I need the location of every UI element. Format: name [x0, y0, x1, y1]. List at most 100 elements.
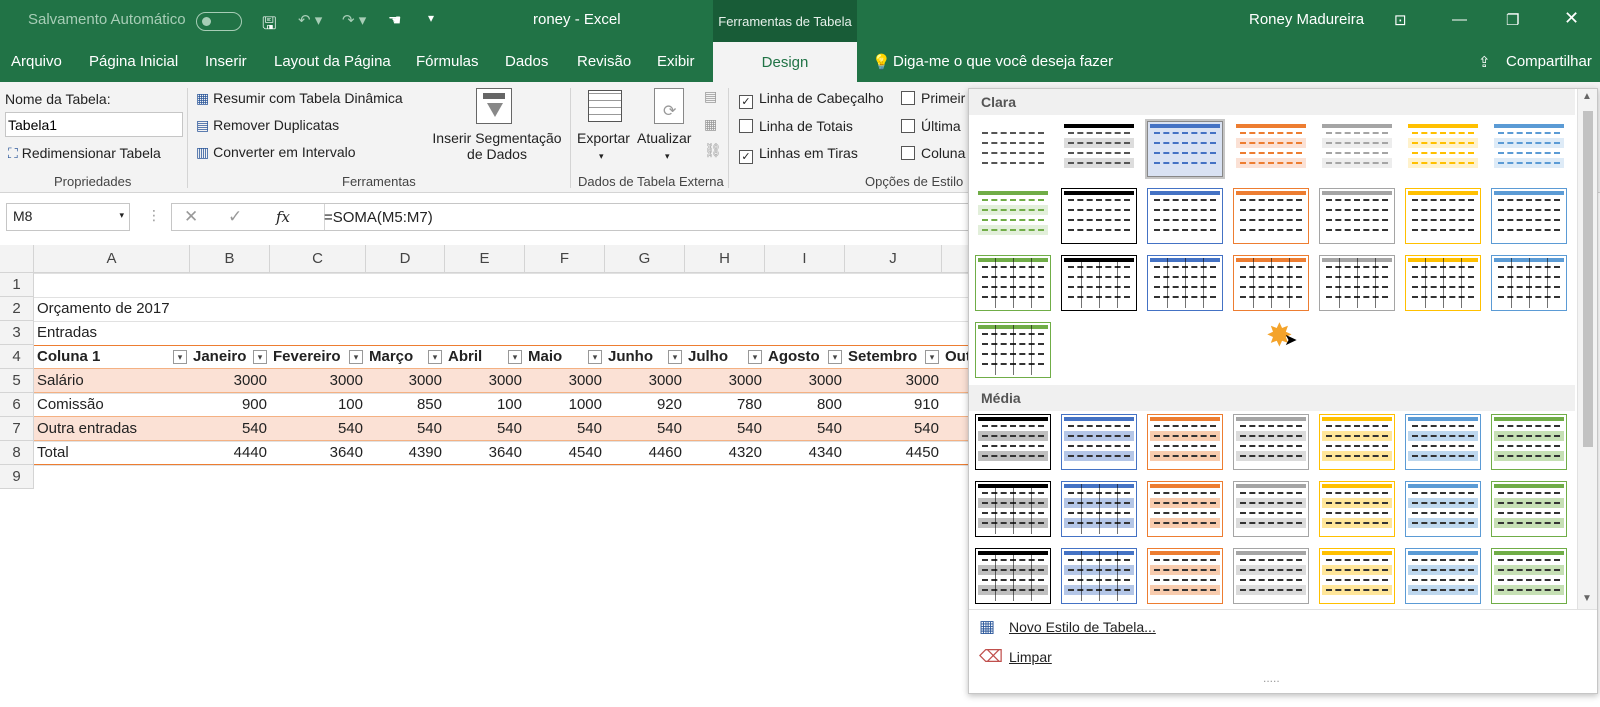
value-cell[interactable]: 3640: [445, 441, 525, 465]
first-column-option[interactable]: Primeir: [901, 90, 965, 106]
cell-a3[interactable]: Entradas: [34, 321, 190, 345]
table-header-cell[interactable]: Fevereiro ▾: [270, 345, 366, 369]
value-cell[interactable]: 1000: [525, 393, 605, 417]
remove-duplicates-button[interactable]: ▤ Remover Duplicatas: [196, 117, 339, 134]
value-cell[interactable]: 3000: [685, 369, 765, 393]
first-column-checkbox[interactable]: [901, 91, 915, 105]
table-style-swatch[interactable]: [1147, 414, 1223, 470]
tab-arquivo[interactable]: Arquivo: [11, 53, 62, 70]
summarize-pivot-button[interactable]: ▦ Resumir com Tabela Dinâmica: [196, 90, 403, 107]
row-header[interactable]: 1: [0, 273, 34, 297]
value-cell[interactable]: 3000: [525, 369, 605, 393]
column-header[interactable]: J: [845, 245, 942, 273]
table-style-swatch[interactable]: [1233, 255, 1309, 311]
table-style-swatch[interactable]: [1405, 548, 1481, 604]
column-header[interactable]: C: [270, 245, 366, 273]
tab-formulas[interactable]: Fórmulas: [416, 53, 479, 70]
row-header[interactable]: 5: [0, 369, 34, 393]
table-style-swatch[interactable]: [1491, 481, 1567, 537]
table-style-swatch[interactable]: [1319, 481, 1395, 537]
table-style-swatch[interactable]: [1319, 188, 1395, 244]
ribbon-display-icon[interactable]: ⊡: [1394, 11, 1407, 29]
value-cell[interactable]: 100: [445, 393, 525, 417]
header-row-checkbox[interactable]: ✓: [739, 95, 753, 109]
filter-dropdown-icon[interactable]: ▾: [173, 350, 187, 364]
cell-a2[interactable]: Orçamento de 2017: [34, 297, 234, 321]
table-header-cell[interactable]: Coluna 1 ▾: [34, 345, 190, 369]
save-icon[interactable]: 🖫: [262, 11, 276, 40]
clear-style-item[interactable]: Limpar: [1009, 649, 1052, 665]
table-header-cell[interactable]: Junho ▾: [605, 345, 685, 369]
enter-icon[interactable]: ✓: [228, 207, 242, 227]
table-style-swatch[interactable]: [1405, 255, 1481, 311]
tab-exibir[interactable]: Exibir: [657, 53, 695, 70]
table-style-swatch[interactable]: [1061, 121, 1137, 177]
table-style-swatch[interactable]: [1319, 121, 1395, 177]
chevron-down-icon[interactable]: ▾: [119, 210, 124, 221]
table-style-swatch[interactable]: [975, 481, 1051, 537]
table-style-swatch[interactable]: [1061, 548, 1137, 604]
value-cell[interactable]: 3640: [270, 441, 366, 465]
table-style-swatch[interactable]: [1147, 548, 1223, 604]
table-style-swatch[interactable]: [1491, 121, 1567, 177]
banded-columns-checkbox[interactable]: [901, 146, 915, 160]
table-style-swatch[interactable]: [1233, 188, 1309, 244]
value-cell[interactable]: 4340: [765, 441, 845, 465]
column-header[interactable]: H: [685, 245, 765, 273]
touch-mode-icon[interactable]: ☚: [388, 11, 401, 29]
row-label-cell[interactable]: Total: [34, 441, 190, 465]
tell-me-box[interactable]: Diga-me o que você deseja fazer: [893, 53, 1113, 70]
value-cell[interactable]: 3000: [605, 369, 685, 393]
value-cell[interactable]: 3000: [845, 369, 942, 393]
filter-dropdown-icon[interactable]: ▾: [748, 350, 762, 364]
table-style-swatch[interactable]: [1061, 188, 1137, 244]
value-cell[interactable]: 910: [845, 393, 942, 417]
table-style-swatch[interactable]: [1491, 414, 1567, 470]
scroll-thumb[interactable]: [1583, 111, 1593, 447]
tab-inserir[interactable]: Inserir: [205, 53, 247, 70]
banded-rows-option[interactable]: ✓ Linhas em Tiras: [739, 145, 858, 164]
formula-input[interactable]: =SOMA(M5:M7): [324, 209, 433, 226]
table-style-swatch[interactable]: [1233, 481, 1309, 537]
filter-dropdown-icon[interactable]: ▾: [428, 350, 442, 364]
value-cell[interactable]: 850: [366, 393, 445, 417]
table-style-swatch[interactable]: [1061, 255, 1137, 311]
new-table-style-item[interactable]: Novo Estilo de Tabela...: [1009, 619, 1156, 635]
table-style-swatch[interactable]: [1147, 188, 1223, 244]
value-cell[interactable]: 780: [685, 393, 765, 417]
table-style-swatch[interactable]: [975, 322, 1051, 378]
tab-pagina-inicial[interactable]: Página Inicial: [89, 53, 178, 70]
last-column-option[interactable]: Última: [901, 118, 961, 134]
table-style-swatch[interactable]: [1061, 414, 1137, 470]
table-style-swatch[interactable]: [975, 121, 1051, 177]
filter-dropdown-icon[interactable]: ▾: [508, 350, 522, 364]
row-header[interactable]: 8: [0, 441, 34, 465]
table-style-swatch[interactable]: [1147, 255, 1223, 311]
user-name[interactable]: Roney Madureira: [1249, 11, 1364, 28]
table-header-cell[interactable]: Agosto ▾: [765, 345, 845, 369]
row-label-cell[interactable]: Outra entradas: [34, 417, 190, 441]
value-cell[interactable]: 540: [685, 417, 765, 441]
scroll-down-icon[interactable]: ▼: [1582, 593, 1592, 604]
value-cell[interactable]: 540: [190, 417, 270, 441]
banded-columns-option[interactable]: Coluna: [901, 145, 965, 161]
table-name-input[interactable]: [5, 112, 183, 137]
column-header[interactable]: E: [445, 245, 525, 273]
value-cell[interactable]: 4460: [605, 441, 685, 465]
header-row-option[interactable]: ✓ Linha de Cabeçalho: [739, 90, 884, 109]
table-style-swatch[interactable]: [1233, 414, 1309, 470]
table-header-cell[interactable]: Setembro ▾: [845, 345, 942, 369]
table-style-swatch[interactable]: [1491, 548, 1567, 604]
column-header[interactable]: I: [765, 245, 845, 273]
table-style-swatch[interactable]: [1319, 548, 1395, 604]
row-header[interactable]: 6: [0, 393, 34, 417]
table-header-cell[interactable]: Março ▾: [366, 345, 445, 369]
insert-function-icon[interactable]: fx: [276, 208, 290, 226]
table-style-swatch[interactable]: [1233, 121, 1309, 177]
value-cell[interactable]: 920: [605, 393, 685, 417]
table-header-cell[interactable]: Abril ▾: [445, 345, 525, 369]
table-style-swatch[interactable]: [1405, 121, 1481, 177]
value-cell[interactable]: 800: [765, 393, 845, 417]
table-style-swatch[interactable]: [1319, 255, 1395, 311]
table-style-swatch[interactable]: [1491, 188, 1567, 244]
